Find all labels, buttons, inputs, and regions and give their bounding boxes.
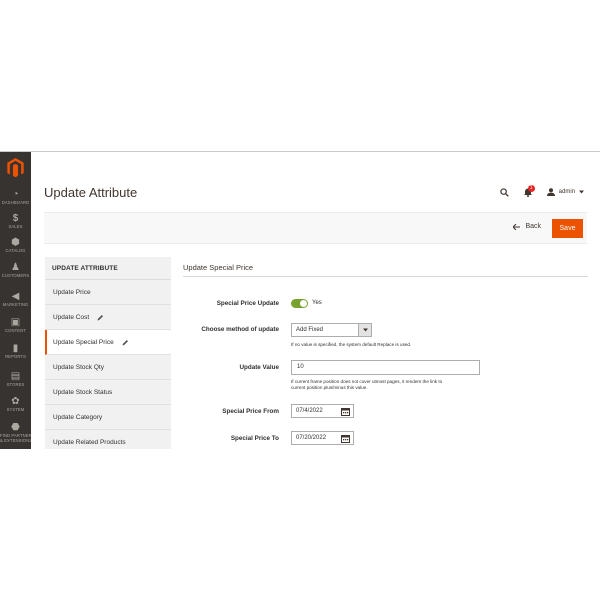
sidebar-item-reports[interactable]: ▮ REPORTS [0,343,31,359]
sidebar-item-system[interactable]: ✿ SYSTEM [0,396,31,412]
layout-icon: ▣ [10,317,21,328]
notifications-button[interactable]: 1 [523,184,535,197]
back-button[interactable]: Back [513,223,541,230]
update-value-label: Update Value [239,364,279,371]
sidebar-item-customers[interactable]: ♟ CUSTOMERS [0,262,31,278]
pencil-icon [97,314,104,320]
toggle-value-text: Yes [312,300,322,306]
tab-update-stock-status[interactable]: Update Stock Status [45,380,171,405]
magento-logo-icon[interactable] [6,158,25,178]
person-icon: ♟ [11,262,20,273]
sidebar-item-catalog[interactable]: ⬢ CATALOG [0,237,31,253]
sidebar-item-stores[interactable]: ▤ STORES [0,371,31,387]
calendar-icon[interactable] [341,407,350,416]
admin-user-menu[interactable]: admin [546,188,584,196]
section-divider [183,276,588,277]
sidebar-item-partners[interactable]: ⬣ FIND PARTNERS & EXTENSIONS [0,422,31,443]
tabs-title: UPDATE ATTRIBUTE [45,257,171,280]
bar-chart-icon: ▮ [12,343,19,354]
tab-update-category[interactable]: Update Category [45,405,171,430]
arrow-left-icon [513,223,521,230]
notification-count-badge: 1 [527,184,535,192]
special-price-update-toggle[interactable] [291,299,308,308]
method-note: If no value is specified, the system def… [291,342,412,347]
sidebar-item-content[interactable]: ▣ CONTENT [0,317,31,333]
admin-app: ◔ DASHBOARD $ SALES ⬢ CATALOG ♟ CUSTOMER… [0,151,600,449]
admin-sidebar: ◔ DASHBOARD $ SALES ⬢ CATALOG ♟ CUSTOMER… [0,152,31,449]
save-button[interactable]: Save [552,219,583,238]
tab-update-stock-qty[interactable]: Update Stock Qty [45,355,171,380]
method-select[interactable]: Add Fixed [291,323,372,337]
sidebar-item-dashboard[interactable]: ◔ DASHBOARD [0,189,31,205]
update-value-input[interactable]: 10 [291,360,480,375]
tab-update-price[interactable]: Update Price [45,280,171,305]
calendar-icon[interactable] [341,434,350,443]
sidebar-item-sales[interactable]: $ SALES [0,213,31,229]
gear-icon: ✿ [11,396,20,407]
page-actions-bar: Back Save [44,212,587,244]
store-icon: ▤ [10,371,21,382]
special-price-to-label: Special Price To [230,435,279,442]
user-icon [546,188,555,196]
cube-icon: ⬢ [11,237,20,248]
dashboard-icon: ◔ [12,189,19,200]
header-actions: 1 admin [499,184,584,199]
megaphone-icon: ◀ [11,291,20,302]
special-price-to-input[interactable]: 07/20/2022 [291,431,354,445]
partners-icon: ⬣ [11,422,20,433]
special-price-from-label: Special Price From [222,408,279,415]
admin-username: admin [558,189,575,195]
search-icon[interactable] [499,187,509,197]
attribute-tabs: UPDATE ATTRIBUTE Update Price Update Cos… [45,257,171,449]
section-title: Update Special Price [183,263,254,272]
tab-update-related-products[interactable]: Update Related Products [45,430,171,449]
special-price-from-input[interactable]: 07/4/2022 [291,404,354,418]
tab-update-special-price[interactable]: Update Special Price [45,330,171,355]
update-value-note: If current frame position does not cover… [291,379,443,390]
tab-update-cost[interactable]: Update Cost [45,305,171,330]
main-content: Update Attribute 1 admin Back Save UPDAT… [31,152,600,449]
caret-down-icon [579,190,584,194]
pencil-icon [122,339,128,345]
caret-down-icon [362,328,368,332]
method-label: Choose method of update [201,326,279,333]
dollar-icon: $ [12,213,19,224]
sidebar-item-marketing[interactable]: ◀ MARKETING [0,291,31,307]
page-title: Update Attribute [44,185,138,200]
select-arrow [358,324,371,336]
special-price-update-label: Special Price Update [216,300,279,307]
